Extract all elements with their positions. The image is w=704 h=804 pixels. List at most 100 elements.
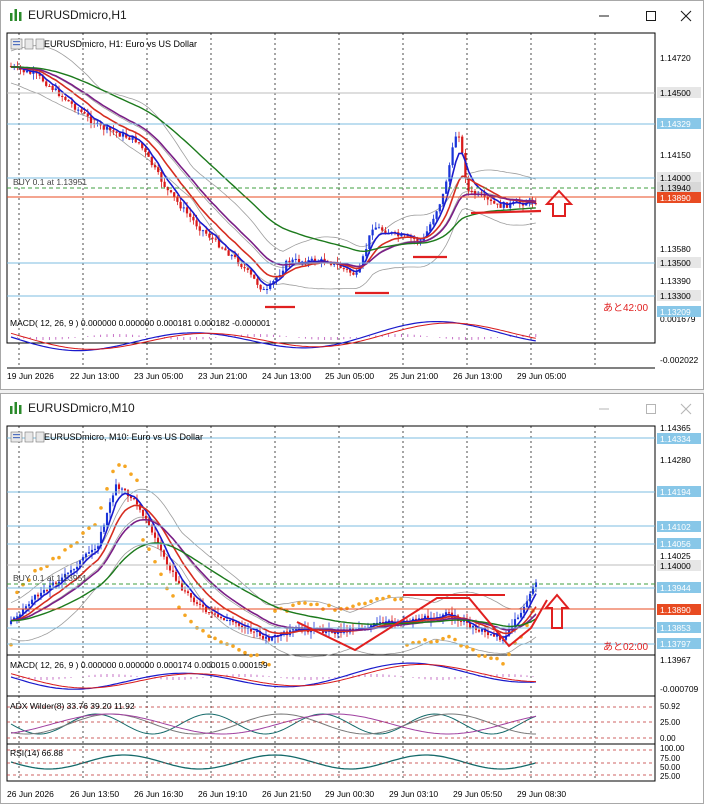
price-tick: 1.13580 [660,244,691,254]
svg-text:1.14194: 1.14194 [660,487,691,497]
sar-dot [387,594,391,599]
time-label: 26 Jun 13:00 [453,371,502,381]
sar-dot [129,472,133,476]
sar-dot [111,469,115,474]
maximize-button[interactable] [634,394,668,424]
chart-toolbar-icons[interactable] [10,38,45,50]
sar-dot [39,567,43,571]
close-button[interactable] [669,1,703,31]
sar-dot [447,634,451,639]
svg-text:1.14102: 1.14102 [660,522,691,532]
time-label: 26 Jun 19:10 [198,789,247,799]
sar-dot [369,599,373,603]
minimize-icon [599,15,609,17]
price-tick: 1.14365 [660,424,691,433]
close-icon [680,10,692,22]
chart-window-icon [10,402,22,414]
price-badge: 1.14102 [657,521,701,532]
minimize-button[interactable] [587,1,621,31]
sar-dot [315,602,319,607]
sar-dot [171,594,175,598]
sar-dot [33,568,37,573]
sar-dot [135,478,139,483]
buy-order-label[interactable]: BUY 0.1 at 1.13951 [13,177,87,187]
sar-dot [309,602,313,607]
adx-tick: 0.00 [660,734,676,743]
sar-dot [159,572,163,577]
sar-dot [237,648,241,652]
price-badge: 1.13890 [657,192,701,203]
price-badge: 1.13853 [657,622,701,633]
rsi-label: RSI(14) 66.88 [10,748,63,758]
sar-dot [399,597,403,601]
chart-window-h1[interactable]: EURUSDmicro,H1 EURUSDmicro, H1: Euro vs … [0,0,704,390]
sar-dot [483,654,487,658]
sar-dot [381,596,385,601]
sar-dot [117,463,121,467]
price-tick: 1.13390 [660,276,691,286]
title-bar[interactable]: EURUSDmicro,H1 [1,1,703,31]
maximize-button[interactable] [634,1,668,31]
sar-dot [231,644,235,648]
macd-label: MACD( 12, 26, 9 ) 0.000000 0.000000 0.00… [10,318,271,328]
sar-dot [141,538,145,542]
time-label: 24 Jun 13:00 [262,371,311,381]
sar-dot [441,636,445,641]
close-button[interactable] [669,394,703,424]
window-title: EURUSDmicro,H1 [28,8,127,22]
rsi-tick: 50.00 [660,763,681,772]
sar-dot [429,640,433,645]
time-label: 23 Jun 21:00 [198,371,247,381]
price-badge: 1.14000 [657,560,701,571]
sar-dot [459,643,463,648]
sar-dot [273,609,277,613]
sar-dot [345,606,349,611]
sar-dot [9,642,13,647]
minimize-button[interactable] [587,394,621,424]
price-badge: 1.13944 [657,582,701,593]
sar-dot [495,656,499,661]
price-badge: 1.14329 [657,118,701,129]
sar-dot [57,555,61,560]
chart-window-m10[interactable]: EURUSDmicro,M10 EURUSDmicro, M10: Euro v… [0,393,704,804]
sar-dot [423,637,427,642]
time-label: 29 Jun 00:30 [325,789,374,799]
sar-dot [507,652,511,657]
time-label: 26 Jun 16:30 [134,789,183,799]
sar-dot [189,619,193,624]
candle [445,179,448,194]
sar-dot [21,582,25,587]
adx-tick: 50.92 [660,702,681,711]
title-bar[interactable]: EURUSDmicro,M10 [1,394,703,424]
macd-tick: -0.002022 [660,355,699,365]
sar-dot [501,662,505,666]
sar-dot [219,640,223,644]
chart-area-m10[interactable]: EURUSDmicro, M10: Euro vs US Dollar BUY … [1,423,703,803]
time-label: 25 Jun 21:00 [389,371,438,381]
svg-text:1.13890: 1.13890 [660,193,691,203]
price-badge: 1.13940 [657,182,701,193]
svg-text:1.13940: 1.13940 [660,183,691,193]
bar-countdown: あと42:00 [603,302,648,314]
svg-text:1.13853: 1.13853 [660,623,691,633]
sar-dot [489,656,493,660]
candle [461,134,464,156]
sar-dot [477,653,481,658]
chart-area-h1[interactable]: EURUSDmicro, H1: Euro vs US Dollar BUY 0… [1,31,703,389]
svg-text:1.13500: 1.13500 [660,258,691,268]
rsi-tick: 100.00 [660,744,685,753]
chart-title: EURUSDmicro, H1: Euro vs US Dollar [44,39,197,49]
adx-tick: 25.00 [660,718,681,727]
buy-order-label[interactable]: BUY 0.1 at 1.13951 [13,573,87,583]
sar-dot [435,639,439,644]
maximize-icon [646,11,656,21]
price-badge: 1.14056 [657,538,701,549]
sar-dot [69,544,73,548]
minimize-icon [599,408,609,410]
sar-dot [243,650,247,655]
svg-text:1.14000: 1.14000 [660,173,691,183]
time-label: 26 Jun 13:50 [70,789,119,799]
rsi-tick: 75.00 [660,754,681,763]
chart-toolbar-icons[interactable] [10,431,45,443]
time-label: 19 Jun 2026 [7,371,54,381]
